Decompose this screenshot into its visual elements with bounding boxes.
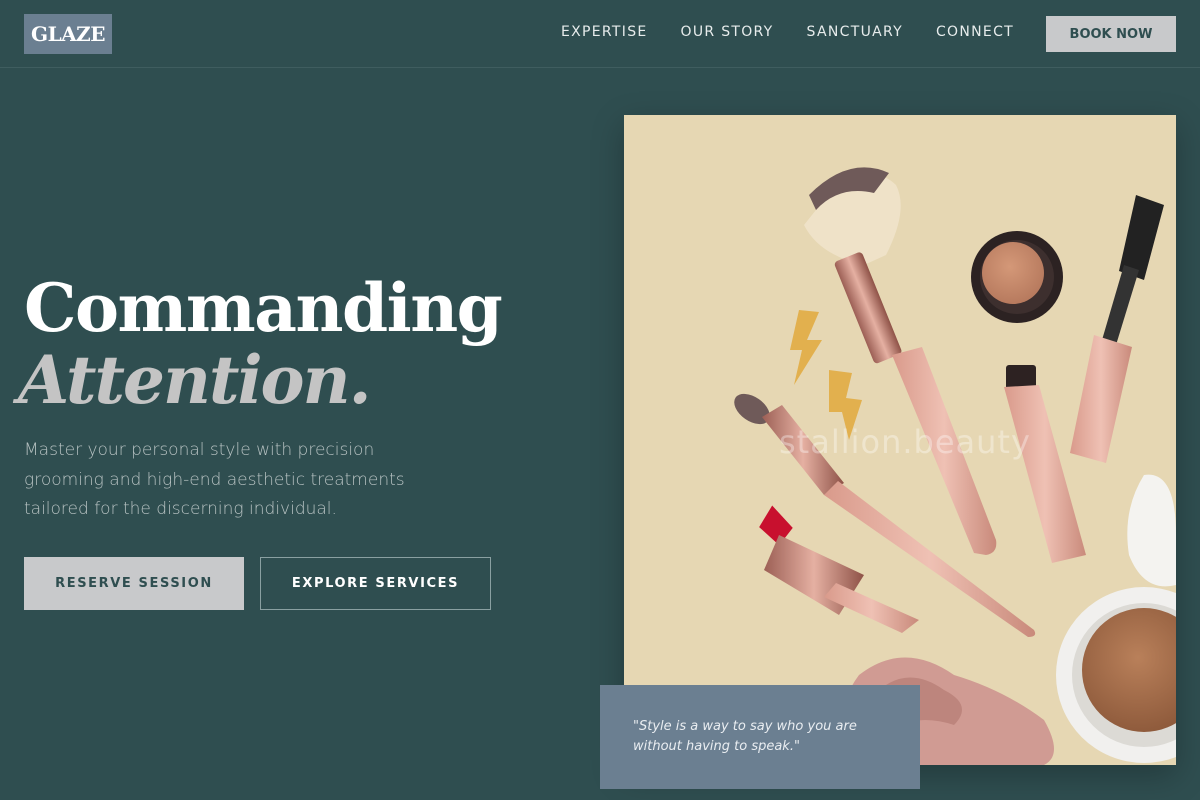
nav-item-connect[interactable]: CONNECT xyxy=(936,22,1014,42)
quote-card: "Style is a way to say who you are witho… xyxy=(600,685,920,789)
nav-item-sanctuary[interactable]: SANCTUARY xyxy=(807,22,903,42)
reserve-session-button[interactable]: RESERVE SESSION xyxy=(24,557,244,610)
hero-headline-line1: Commanding xyxy=(24,269,503,347)
hero-image: stallion.beauty xyxy=(624,115,1176,765)
image-watermark: stallion.beauty xyxy=(779,423,1031,461)
logo[interactable]: GLAZE xyxy=(24,14,112,54)
nav-item-our-story[interactable]: OUR STORY xyxy=(681,22,774,42)
concealer-icon xyxy=(1004,365,1086,563)
hero-description: Master your personal style with precisio… xyxy=(24,440,405,519)
quote-text: "Style is a way to say who you are witho… xyxy=(633,719,857,754)
hero-headline-line2: Attention. xyxy=(18,341,372,419)
site-header: GLAZE EXPERTISE OUR STORY SANCTUARY CONN… xyxy=(0,0,1200,68)
nav-item-expertise[interactable]: EXPERTISE xyxy=(561,22,648,42)
blush-pot-icon xyxy=(971,231,1063,323)
explore-services-button[interactable]: EXPLORE SERVICES xyxy=(260,557,491,610)
main-nav: EXPERTISE OUR STORY SANCTUARY CONNECT xyxy=(561,22,1014,42)
mascara-icon xyxy=(1070,195,1164,463)
book-now-button[interactable]: BOOK NOW xyxy=(1046,16,1176,52)
